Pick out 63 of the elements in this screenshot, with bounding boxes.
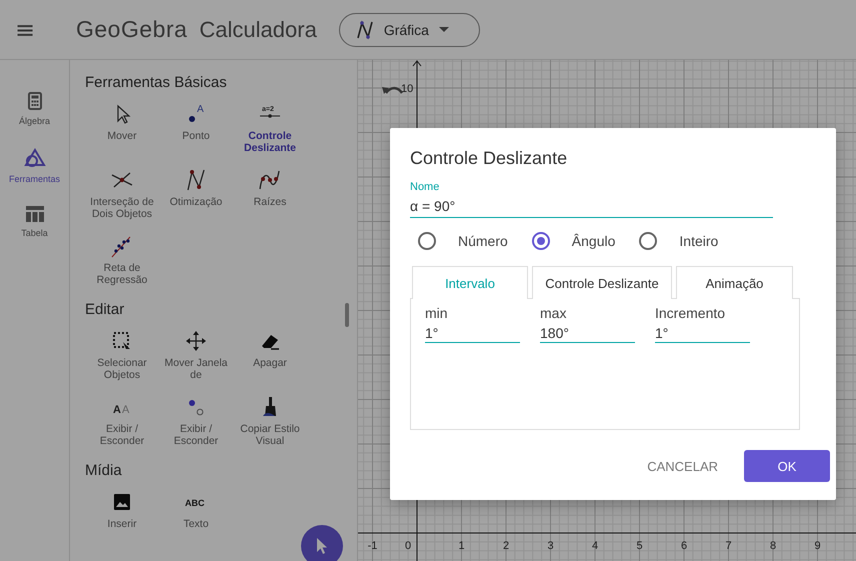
tool-button[interactable]: Otimização [159,167,233,229]
axis-label: 0 [404,540,412,552]
axis-label: 8 [770,540,776,552]
input-field[interactable]: Incremento 1° [655,305,750,343]
shapes-icon [24,148,46,168]
axis-label: 2 [502,540,510,552]
tab[interactable]: Intervalo [412,266,528,299]
cancel-button[interactable]: CANCELAR [635,450,730,482]
undo-icon[interactable] [382,86,403,94]
tool-button[interactable]: Apagar [233,328,307,390]
view-dropdown[interactable]: Gráfica [338,12,480,46]
tool-button[interactable]: Raízes [233,167,307,229]
text-icon: ABC [182,489,210,515]
tool-button[interactable]: Copiar Estilo Visual [233,394,307,456]
tool-button[interactable]: Interseção de Dois Objetos [85,167,159,229]
radio-label[interactable]: Ângulo [572,233,616,249]
section-heading: Ferramentas Básicas [85,74,227,91]
axis-label: 6 [680,540,688,552]
axis-label: 7 [725,540,732,552]
caret-icon [438,26,449,32]
tool-button[interactable]: Mover Janela de [159,328,233,390]
sidebar-item[interactable]: Ferramentas [8,148,60,184]
tool-button[interactable]: AA Exibir / Esconder [85,394,159,456]
menu-button[interactable]: ≡ [12,16,38,44]
dialog-title: Controle Deslizante [410,148,568,169]
app-title: Calculadora [199,16,317,42]
tab[interactable]: Animação [676,266,793,299]
tool-button[interactable]: ABC Texto [159,489,233,551]
radio-label[interactable]: Inteiro [679,233,718,249]
section-heading: Mídia [85,462,122,479]
tool-button[interactable]: Mover [85,101,159,163]
letters-icon: AA [108,394,136,420]
tool-button[interactable]: Reta de Regressão [85,233,159,295]
tool-button[interactable]: Inserir [85,489,159,551]
tool-button[interactable]: Exibir / Esconder [159,394,233,456]
move-tool-button[interactable] [301,525,343,561]
axis-label: 9 [814,540,821,552]
axis-label: 10 [401,83,414,95]
axis-label: 5 [636,540,643,552]
input-field[interactable]: min 1° [425,305,520,343]
radio-button[interactable] [639,232,658,250]
radio-label[interactable]: Número [458,233,508,249]
axis-label: -1 [368,540,378,552]
axis-label: 3 [547,540,554,552]
scrollbar[interactable] [345,303,349,327]
section-heading: Editar [85,301,124,318]
tool-button[interactable]: Selecionar Objetos [85,328,159,390]
calculator-icon [28,92,42,110]
radio-button[interactable] [532,232,550,250]
sidebar-item[interactable]: Tabela [21,206,48,238]
graph-icon [356,20,374,40]
app-logo: GeoGebra [76,16,188,43]
tab[interactable]: Controle Deslizante [532,266,672,299]
radio-button[interactable] [418,232,436,250]
axis-label: 4 [592,540,598,552]
tool-button[interactable]: A Ponto [159,101,233,163]
cursor-icon [315,537,329,555]
sidebar-item[interactable]: Álgebra [18,92,50,126]
axis-label: 1 [458,540,465,552]
table-icon [26,206,44,222]
ok-button[interactable]: OK [744,450,830,482]
name-field[interactable]: Nome α = 90° [410,181,773,218]
input-field[interactable]: max 180° [540,305,635,343]
